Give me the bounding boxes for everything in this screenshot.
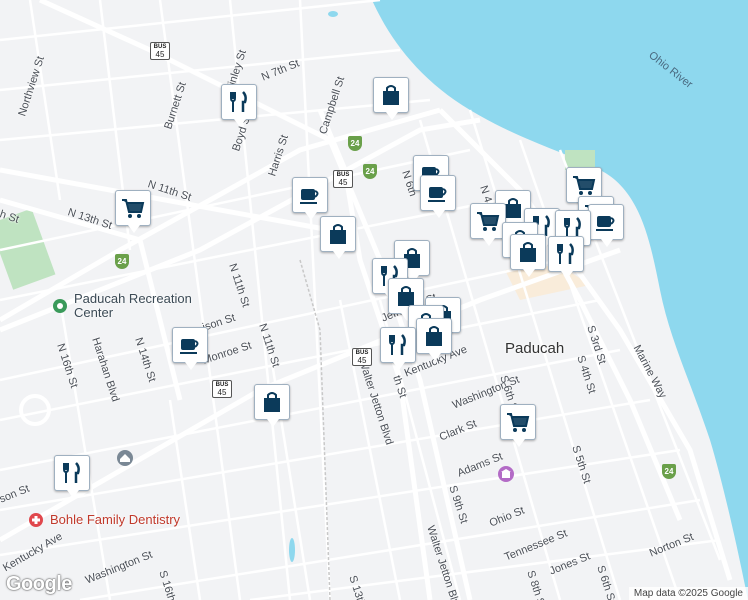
shopping-cart-icon [573,176,596,195]
poi-cafe[interactable] [420,175,456,218]
fork-knife-icon [557,243,574,264]
poi-shopping[interactable] [373,77,409,120]
poi-restaurant[interactable] [54,455,90,498]
shopping-bag-icon [264,392,280,412]
poi-restaurant[interactable] [548,236,584,279]
map-canvas[interactable]: Ohio River Paducah N 7th St Finley St Ca… [0,0,748,600]
poi-shopping[interactable] [254,384,290,427]
poi-shopping[interactable] [416,318,452,361]
poi-cafe[interactable] [588,204,624,247]
bus-45-shield: BUS 45 [150,42,170,60]
park-pin-icon [53,299,67,313]
place-label: Paducah Recreation Center [74,291,192,320]
poi-grocery[interactable] [115,190,151,233]
map-attribution[interactable]: Map data ©2025 Google [628,587,748,600]
shopping-bag-icon [383,85,399,105]
fork-knife-icon [230,91,247,112]
city-label: Paducah [505,340,565,357]
shopping-bag-icon [520,242,536,262]
bus-45-shield: BUS 45 [352,348,372,366]
poi-shopping[interactable] [320,216,356,259]
coffee-cup-icon [596,216,615,231]
poi-cafe[interactable] [292,177,328,220]
google-logo: Google [6,573,72,595]
shopping-cart-icon [477,212,500,231]
poi-cafe[interactable] [172,327,208,370]
shopping-bag-icon [330,224,346,244]
museum-pin-icon [498,466,514,482]
bus-45-shield: BUS 45 [333,170,353,188]
coffee-cup-icon [428,187,447,202]
shopping-cart-icon [507,413,530,432]
fork-knife-icon [63,462,80,483]
interstate-24-shield: 24 [115,254,129,269]
interstate-24-shield: 24 [363,164,377,179]
poi-grocery[interactable] [470,203,506,246]
poi-shopping[interactable] [510,234,546,277]
poi-restaurant[interactable] [221,84,257,127]
interstate-24-shield: 24 [662,464,676,479]
medical-pin-icon [29,513,43,527]
place-marker-recreation-center[interactable]: Paducah Recreation Center [52,292,204,320]
shopping-bag-icon [426,326,442,346]
interstate-24-shield: 24 [348,136,362,151]
fork-knife-icon [389,334,406,355]
coffee-cup-icon [300,189,319,204]
coffee-cup-icon [180,339,199,354]
place-marker-dentistry[interactable]: Bohle Family Dentistry [28,512,180,527]
landmark-pin-icon [117,450,133,466]
bus-45-shield: BUS 45 [212,380,232,398]
place-label: Bohle Family Dentistry [50,512,181,527]
poi-restaurant[interactable] [380,327,416,370]
pond [328,11,338,17]
shopping-cart-icon [122,199,145,218]
poi-grocery[interactable] [500,404,536,447]
pond [289,538,295,562]
